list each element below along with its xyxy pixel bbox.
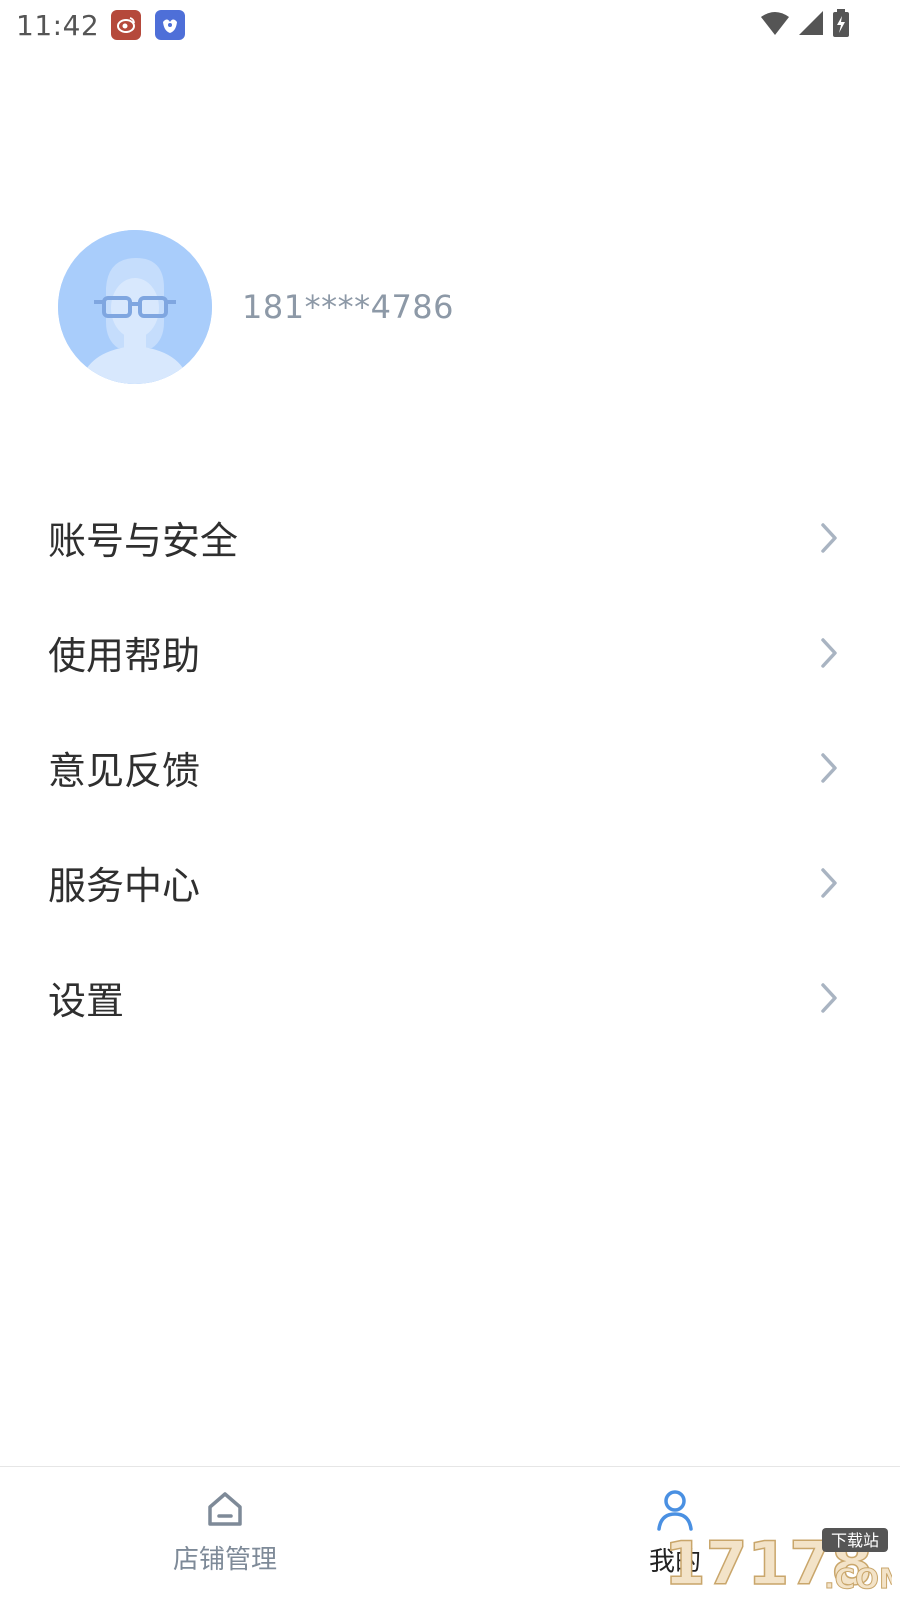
menu-item-service-center[interactable]: 服务中心 [0,825,900,940]
weibo-icon [111,10,142,40]
settings-menu: 账号与安全 使用帮助 意见反馈 服务中心 设置 [0,480,900,1055]
status-bar: 11:42 [0,0,900,50]
menu-item-label: 设置 [48,979,125,1023]
menu-item-help[interactable]: 使用帮助 [0,595,900,710]
watermark-suffix: .COM [824,1562,892,1594]
home-icon [208,1492,242,1526]
chevron-right-icon [821,752,837,783]
tab-label: 店铺管理 [172,1545,277,1575]
wifi-icon [760,10,790,40]
watermark-logo: 17178 下载站 .COM [663,1528,892,1594]
menu-item-feedback[interactable]: 意见反馈 [0,710,900,825]
menu-item-label: 服务中心 [48,864,201,908]
avatar-placeholder-icon [58,230,212,384]
menu-item-label: 意见反馈 [48,749,201,793]
avatar[interactable] [58,230,212,384]
watermark-sub: 下载站 [831,1531,879,1550]
chevron-right-icon [821,982,837,1013]
status-time: 11:42 [16,8,100,42]
profile-header[interactable]: 181****4786 [58,230,454,384]
bird-app-icon [155,10,186,40]
chevron-right-icon [821,522,837,553]
menu-item-settings[interactable]: 设置 [0,940,900,1055]
chevron-right-icon [821,637,837,668]
signal-icon [798,10,824,40]
menu-item-label: 账号与安全 [48,519,239,563]
battery-charging-icon [832,8,850,42]
phone-number: 181****4786 [242,288,455,326]
menu-item-account-security[interactable]: 账号与安全 [0,480,900,595]
system-status-icons [760,8,850,42]
chevron-right-icon [821,867,837,898]
menu-item-label: 使用帮助 [48,634,201,678]
screen: 11:42 181****4786 账号与安全 使用帮助 意见反馈 服务中心 设… [0,0,900,1600]
tab-store-management[interactable]: 店铺管理 [0,1467,450,1600]
